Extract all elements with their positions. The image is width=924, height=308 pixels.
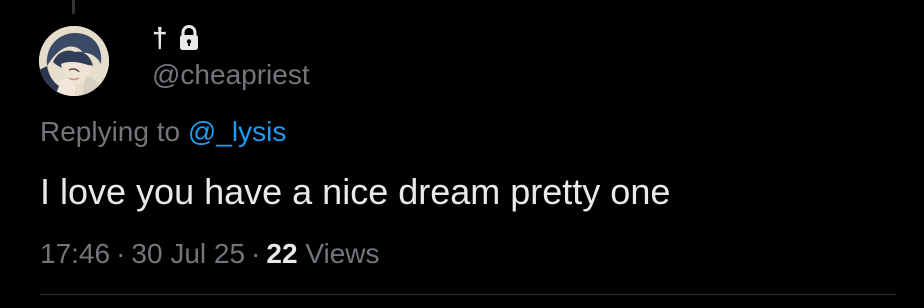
avatar-image xyxy=(39,26,109,96)
tweet-date[interactable]: 30 Jul 25 xyxy=(131,238,245,269)
views-label: Views xyxy=(305,238,380,269)
divider xyxy=(40,294,896,295)
lock-icon xyxy=(178,24,200,51)
display-name[interactable]: † xyxy=(152,22,168,54)
meta-separator: · xyxy=(251,238,261,269)
tweet-meta: 17:46 · 30 Jul 25 · 22 Views xyxy=(40,236,380,272)
author-handle[interactable]: @cheapriest xyxy=(152,58,310,92)
tweet-time[interactable]: 17:46 xyxy=(40,238,110,269)
meta-separator: · xyxy=(116,238,126,269)
views-count: 22 xyxy=(266,238,298,269)
tweet-text: I love you have a nice dream pretty one xyxy=(40,171,671,212)
reply-mention-link[interactable]: @_lysis xyxy=(188,116,286,147)
avatar[interactable] xyxy=(39,26,109,96)
thread-connector-line xyxy=(72,0,75,14)
replying-to-line: Replying to @_lysis xyxy=(40,114,286,150)
replying-to-label: Replying to xyxy=(40,116,181,147)
author-name-row: † xyxy=(152,22,200,54)
